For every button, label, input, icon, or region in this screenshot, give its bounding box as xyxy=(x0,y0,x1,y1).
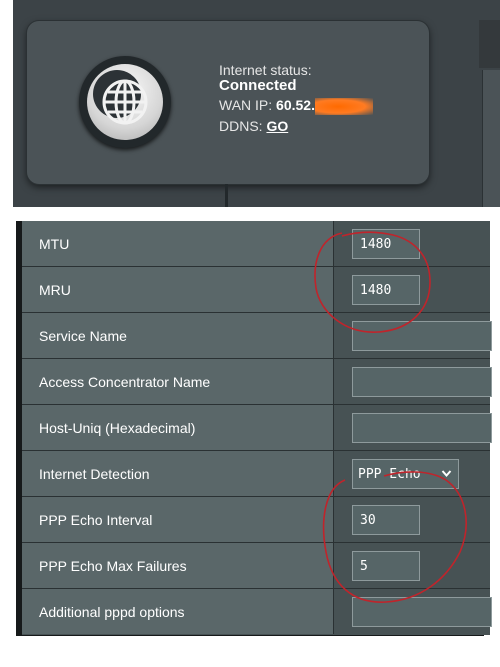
adjacent-panel-shadow xyxy=(479,20,500,68)
table-bottom-border xyxy=(16,635,484,636)
wan-ip-row: WAN IP: 60.52. xyxy=(219,97,373,115)
internet-status-panel: Internet status: Connected WAN IP: 60.52… xyxy=(13,0,500,207)
table-row-mtu: MTU 1480 xyxy=(22,221,490,267)
chevron-down-icon xyxy=(441,470,452,478)
status-text: Internet status: Connected WAN IP: 60.52… xyxy=(219,62,373,134)
service-name-input[interactable] xyxy=(352,321,492,351)
ddns-go-link[interactable]: GO xyxy=(266,118,288,134)
table-row-service-name: Service Name xyxy=(22,313,492,359)
row-label: PPP Echo Interval xyxy=(22,497,334,542)
wan-settings-table: MTU 1480 MRU 1480 Service Name Access Co… xyxy=(16,221,492,635)
ddns-label: DDNS: xyxy=(219,117,263,134)
internet-detection-value: PPP Echo xyxy=(358,466,421,482)
row-label: Additional pppd options xyxy=(22,589,334,634)
internet-status-label: Internet status: xyxy=(219,62,312,78)
mru-input[interactable]: 1480 xyxy=(352,275,420,305)
table-row-ppp-echo-interval: PPP Echo Interval 30 xyxy=(22,497,490,543)
host-uniq-input[interactable] xyxy=(352,413,492,443)
row-label: Service Name xyxy=(22,313,334,358)
table-row-mru: MRU 1480 xyxy=(22,267,490,313)
row-label: Host-Uniq (Hexadecimal) xyxy=(22,405,334,450)
mtu-input[interactable]: 1480 xyxy=(352,229,420,259)
wan-ip-label: WAN IP: xyxy=(219,97,273,113)
ppp-echo-interval-input[interactable]: 30 xyxy=(352,505,420,535)
table-row-access-concentrator: Access Concentrator Name xyxy=(22,359,492,405)
row-label: MRU xyxy=(22,267,334,312)
additional-pppd-input[interactable] xyxy=(352,597,492,627)
table-row-internet-detection: Internet Detection PPP Echo xyxy=(22,451,490,497)
connection-state: Connected xyxy=(219,77,297,94)
wan-ip-value: 60.52. xyxy=(276,97,315,113)
row-label: PPP Echo Max Failures xyxy=(22,543,334,588)
panel-connector xyxy=(225,184,228,207)
row-label: MTU xyxy=(22,221,334,266)
row-label: Access Concentrator Name xyxy=(22,359,334,404)
table-row-additional-pppd: Additional pppd options xyxy=(22,589,492,634)
internet-detection-select[interactable]: PPP Echo xyxy=(352,459,459,489)
internet-status-card[interactable]: Internet status: Connected WAN IP: 60.52… xyxy=(27,21,429,184)
redaction-mark xyxy=(314,97,373,115)
access-concentrator-input[interactable] xyxy=(352,367,492,397)
globe-icon xyxy=(102,79,148,125)
globe-button[interactable] xyxy=(79,56,171,148)
adjacent-panel xyxy=(483,70,500,207)
table-row-ppp-echo-max-failures: PPP Echo Max Failures 5 xyxy=(22,543,490,589)
row-label: Internet Detection xyxy=(22,451,334,496)
ddns-row: DDNS: GO xyxy=(219,118,373,134)
ppp-echo-max-failures-input[interactable]: 5 xyxy=(352,551,420,581)
table-row-host-uniq: Host-Uniq (Hexadecimal) xyxy=(22,405,492,451)
